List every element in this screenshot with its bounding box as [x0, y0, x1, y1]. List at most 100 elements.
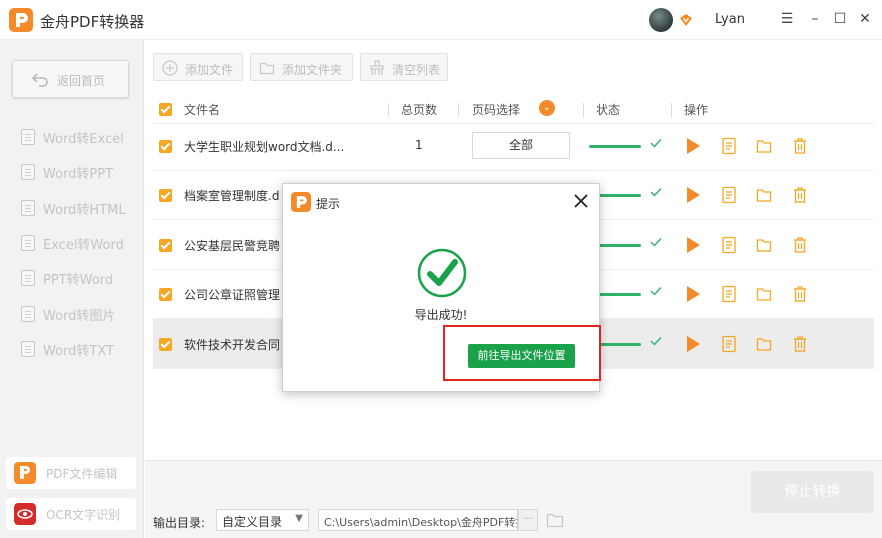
sidebar-item-label: PPT转Word	[43, 273, 114, 288]
trash-icon[interactable]	[792, 186, 808, 204]
play-icon[interactable]	[685, 137, 701, 155]
sidebar-item-word-html[interactable]: Word转HTML	[0, 190, 143, 225]
play-icon[interactable]	[685, 186, 701, 204]
row-checkbox[interactable]	[159, 189, 172, 202]
play-icon[interactable]	[685, 236, 701, 254]
folder-icon[interactable]	[756, 335, 772, 353]
add-file-button[interactable]: 添加文件	[153, 53, 243, 81]
avatar[interactable]	[649, 8, 673, 32]
document-icon	[21, 270, 35, 286]
sidebar-item-word-image[interactable]: Word转图片	[0, 296, 143, 331]
clear-list-button[interactable]: 清空列表	[360, 53, 448, 81]
done-check-icon	[650, 337, 662, 346]
play-icon[interactable]	[685, 285, 701, 303]
document-view-icon[interactable]	[721, 236, 737, 254]
table-row[interactable]: 大学生职业规划word文档.d... 1 全部	[153, 121, 874, 171]
pdf-edit-label: PDF文件编辑	[46, 467, 118, 481]
select-all-checkbox[interactable]	[159, 103, 172, 116]
output-path-field[interactable]: C:\Users\admin\Desktop\金舟PDF转换	[318, 509, 518, 531]
page-range-button[interactable]: 全部	[472, 132, 570, 159]
success-message: 导出成功!	[414, 308, 468, 322]
output-dir-select[interactable]: 自定义目录 ▼	[216, 509, 309, 531]
sidebar-item-label: Word转Excel	[43, 132, 124, 147]
row-checkbox[interactable]	[159, 140, 172, 153]
back-home-label: 返回首页	[57, 74, 106, 88]
menu-icon[interactable]: ☰	[778, 10, 796, 28]
document-view-icon[interactable]	[721, 335, 737, 353]
app-title: 金舟PDF转换器	[40, 13, 145, 31]
vip-badge-icon[interactable]	[679, 13, 693, 27]
ocr-eye-icon	[14, 503, 36, 525]
document-icon	[21, 235, 35, 251]
folder-icon	[259, 62, 275, 75]
dialog-header: 提示	[283, 184, 599, 218]
row-filename: 公安基层民警竞聘	[184, 239, 281, 253]
output-dir-value: 自定义目录	[222, 515, 283, 529]
play-icon[interactable]	[685, 335, 701, 353]
close-icon[interactable]	[572, 192, 590, 210]
document-icon	[21, 341, 35, 357]
row-checkbox[interactable]	[159, 288, 172, 301]
sidebar-item-word-excel[interactable]: Word转Excel	[0, 119, 143, 154]
row-filename: 软件技术开发合同	[184, 338, 281, 352]
back-arrow-icon	[31, 73, 48, 87]
done-check-icon	[650, 238, 662, 247]
back-home-button[interactable]: 返回首页	[12, 60, 129, 98]
column-separator	[671, 103, 672, 117]
folder-icon[interactable]	[756, 137, 772, 155]
row-progress-bar	[589, 145, 641, 148]
document-icon	[21, 164, 35, 180]
pdf-edit-icon	[14, 462, 36, 484]
document-icon	[21, 129, 35, 145]
done-check-icon	[650, 287, 662, 296]
app-logo-icon	[291, 192, 311, 212]
row-checkbox[interactable]	[159, 239, 172, 252]
output-path-value: C:\Users\admin\Desktop\金舟PDF转换	[324, 516, 518, 529]
sidebar-item-word-ppt[interactable]: Word转PPT	[0, 154, 143, 189]
broom-icon	[370, 60, 384, 75]
document-view-icon[interactable]	[721, 137, 737, 155]
folder-icon[interactable]	[756, 285, 772, 303]
username[interactable]: Lyan	[715, 12, 745, 27]
maximize-icon[interactable]: ☐	[831, 10, 849, 28]
folder-icon[interactable]	[756, 186, 772, 204]
trash-icon[interactable]	[792, 137, 808, 155]
add-folder-button[interactable]: 添加文件夹	[250, 53, 353, 81]
folder-icon[interactable]	[756, 236, 772, 254]
header-filename: 文件名	[184, 103, 221, 117]
highlight-box	[443, 325, 601, 381]
browse-button[interactable]: ···	[518, 509, 538, 531]
dialog-title: 提示	[316, 197, 341, 211]
sidebar-item-ppt-word[interactable]: PPT转Word	[0, 260, 143, 295]
document-view-icon[interactable]	[721, 186, 737, 204]
sidebar-item-excel-word[interactable]: Excel转Word	[0, 225, 143, 260]
title-bar: 金舟PDF转换器 Lyan ☰ – ☐ ✕	[0, 0, 882, 40]
ocr-button[interactable]: OCR文字识别	[6, 498, 136, 530]
row-checkbox[interactable]	[159, 338, 172, 351]
close-window-icon[interactable]: ✕	[856, 10, 874, 28]
minimize-icon[interactable]: –	[806, 10, 824, 28]
trash-icon[interactable]	[792, 335, 808, 353]
app-logo-icon	[9, 8, 33, 32]
sidebar-item-word-txt[interactable]: Word转TXT	[0, 331, 143, 366]
row-filename: 公司公章证照管理	[184, 288, 281, 302]
chevron-down-icon: ▼	[295, 513, 303, 524]
chevron-down-icon[interactable]: ⌄	[539, 100, 555, 116]
pdf-edit-button[interactable]: PDF文件编辑	[6, 457, 136, 489]
header-pages: 总页数	[401, 103, 438, 117]
open-folder-icon[interactable]	[546, 512, 564, 528]
document-view-icon[interactable]	[721, 285, 737, 303]
sidebar-item-label: Word转TXT	[43, 344, 114, 359]
document-icon	[21, 200, 35, 216]
row-filename: 大学生职业规划word文档.d...	[184, 140, 345, 154]
trash-icon[interactable]	[792, 285, 808, 303]
sidebar-item-label: Word转PPT	[43, 167, 114, 182]
done-check-icon	[650, 188, 662, 197]
trash-icon[interactable]	[792, 236, 808, 254]
output-dir-label: 输出目录:	[153, 516, 206, 530]
header-page-range: 页码选择	[472, 103, 521, 117]
sidebar: 返回首页 Word转Excel Word转PPT Word转HTML Excel…	[0, 40, 144, 538]
stop-convert-button[interactable]: 停止转换	[751, 471, 874, 513]
header-status: 状态	[596, 103, 621, 117]
sidebar-item-label: Excel转Word	[43, 238, 124, 253]
